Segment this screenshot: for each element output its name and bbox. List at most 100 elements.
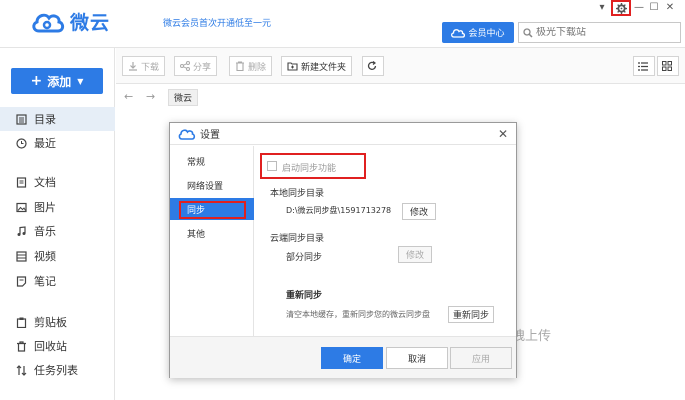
modify-label: 修改 — [405, 251, 424, 261]
share-label: 分享 — [193, 62, 212, 73]
vip-center-label: 会员中心 — [468, 29, 505, 39]
drag-upload-hint: 拽上传 — [512, 329, 552, 344]
sidebar-item-label: 回收站 — [34, 340, 67, 353]
sidebar-item-label: 音乐 — [34, 225, 56, 238]
dialog-nav: 常规 网络设置 同步 其他 — [170, 146, 254, 336]
modify-cloud-dir-button[interactable]: 修改 — [398, 246, 432, 263]
search-input[interactable] — [536, 27, 676, 38]
add-button-label: 添加 — [47, 74, 72, 89]
tab-general[interactable]: 常规 — [170, 150, 254, 172]
partial-sync-label: 部分同步 — [286, 253, 323, 263]
breadcrumb: ← → 微云 — [116, 85, 685, 109]
search-box[interactable] — [518, 22, 681, 43]
minimize-icon[interactable]: — — [633, 0, 645, 14]
music-icon — [17, 225, 26, 236]
delete-label: 删除 — [248, 62, 267, 73]
sidebar-item-tasks[interactable]: 任务列表 — [0, 358, 115, 382]
app-logo: 微云 — [30, 8, 110, 35]
dialog-title: 设置 — [200, 130, 220, 141]
sidebar-item-label: 剪贴板 — [34, 316, 67, 329]
dialog-footer: 确定 取消 应用 — [170, 336, 516, 378]
trash-icon — [17, 340, 26, 352]
sidebar-item-music[interactable]: 音乐 — [0, 219, 115, 243]
local-dir-label: 本地同步目录 — [270, 189, 325, 199]
add-button[interactable]: + 添加 ▼ — [11, 68, 103, 94]
cloud-dir-label: 云端同步目录 — [270, 234, 325, 244]
new-folder-button[interactable]: 新建文件夹 — [281, 56, 353, 76]
sidebar: + 添加 ▼ 目录 最近 文档 图片 音乐 视频 笔记 剪贴板 回收站 任务列表 — [0, 48, 115, 400]
sidebar-item-documents[interactable]: 文档 — [0, 170, 115, 194]
share-icon — [180, 61, 190, 71]
trash-icon — [236, 61, 244, 71]
vip-promo-link[interactable]: 微云会员首次开通低至一元 — [163, 16, 271, 29]
breadcrumb-root[interactable]: 微云 — [168, 89, 199, 106]
grid-view-button[interactable] — [657, 56, 679, 76]
sidebar-item-images[interactable]: 图片 — [0, 195, 115, 219]
settings-gear-highlight[interactable] — [611, 0, 631, 16]
list-view-button[interactable] — [633, 56, 655, 76]
cancel-button[interactable]: 取消 — [386, 347, 448, 369]
sync-settings-panel: 启动同步功能 本地同步目录 D:\微云同步盘\1591713278 修改 云端同… — [256, 146, 516, 336]
image-icon — [16, 202, 27, 212]
video-icon — [16, 250, 27, 262]
gear-icon — [615, 2, 627, 14]
resync-button[interactable]: 重新同步 — [448, 306, 494, 323]
modify-label: 修改 — [409, 208, 428, 218]
sidebar-item-label: 任务列表 — [34, 364, 78, 377]
ok-label: 确定 — [342, 354, 361, 365]
menu-caret-icon[interactable]: ▾ — [597, 0, 607, 14]
app-name: 微云 — [70, 12, 111, 34]
sidebar-item-label: 文档 — [34, 176, 56, 189]
resync-title: 重新同步 — [286, 291, 323, 301]
sidebar-item-clipboard[interactable]: 剪贴板 — [0, 310, 115, 334]
download-button[interactable]: 下载 — [122, 56, 166, 76]
dialog-titlebar: 设置 ✕ — [170, 123, 516, 145]
apply-button[interactable]: 应用 — [450, 347, 512, 369]
enable-sync-checkbox[interactable] — [267, 161, 277, 171]
share-button[interactable]: 分享 — [174, 56, 218, 76]
chevron-down-icon: ▼ — [77, 76, 84, 86]
sidebar-item-directory[interactable]: 目录 — [0, 107, 115, 131]
tab-label: 常规 — [187, 157, 206, 168]
delete-button[interactable]: 删除 — [229, 56, 273, 76]
vip-center-button[interactable]: 会员中心 — [442, 22, 514, 43]
forward-arrow-icon[interactable]: → — [146, 90, 155, 103]
local-dir-path: D:\微云同步盘\1591713278 — [286, 206, 392, 215]
download-icon — [129, 62, 137, 71]
sidebar-item-label: 最近 — [34, 137, 56, 150]
enable-sync-label: 启动同步功能 — [282, 164, 337, 174]
refresh-button[interactable] — [362, 56, 384, 76]
top-bar: 微云 微云会员首次开通低至一元 ▾ — ☐ ✕ 会员中心 — [0, 0, 685, 48]
grid-view-icon — [661, 61, 672, 71]
sidebar-item-videos[interactable]: 视频 — [0, 244, 115, 268]
sidebar-item-label: 图片 — [34, 201, 56, 214]
settings-dialog: 设置 ✕ 常规 网络设置 同步 其他 启动同步功能 本地同步目录 D:\微云同步… — [169, 122, 517, 378]
sync-tab-highlight — [179, 201, 246, 219]
toolbar: 下载 分享 删除 新建文件夹 — [116, 48, 685, 84]
maximize-icon[interactable]: ☐ — [648, 0, 660, 14]
sidebar-item-label: 目录 — [34, 113, 56, 126]
vip-cloud-icon — [451, 28, 466, 38]
sidebar-item-label: 视频 — [34, 250, 56, 263]
back-arrow-icon[interactable]: ← — [124, 90, 133, 103]
ok-button[interactable]: 确定 — [321, 347, 383, 369]
tab-other[interactable]: 其他 — [170, 222, 254, 244]
cloud-logo-icon — [178, 128, 196, 140]
resync-button-label: 重新同步 — [452, 311, 489, 321]
apply-label: 应用 — [471, 354, 490, 365]
sidebar-item-label: 笔记 — [34, 275, 56, 288]
directory-icon — [16, 113, 27, 125]
clock-icon — [16, 137, 27, 149]
modify-local-dir-button[interactable]: 修改 — [402, 203, 436, 220]
tab-label: 网络设置 — [187, 181, 224, 192]
cancel-label: 取消 — [407, 354, 426, 365]
sidebar-item-notes[interactable]: 笔记 — [0, 269, 115, 293]
close-icon[interactable]: ✕ — [498, 127, 508, 141]
transfer-icon — [16, 364, 27, 376]
tab-network[interactable]: 网络设置 — [170, 174, 254, 196]
sidebar-item-trash[interactable]: 回收站 — [0, 334, 115, 358]
sidebar-item-recent[interactable]: 最近 — [0, 131, 115, 155]
resync-description: 清空本地缓存，重新同步您的微云同步盘 — [286, 310, 430, 319]
close-window-icon[interactable]: ✕ — [664, 0, 676, 14]
tab-label: 其他 — [187, 229, 206, 240]
